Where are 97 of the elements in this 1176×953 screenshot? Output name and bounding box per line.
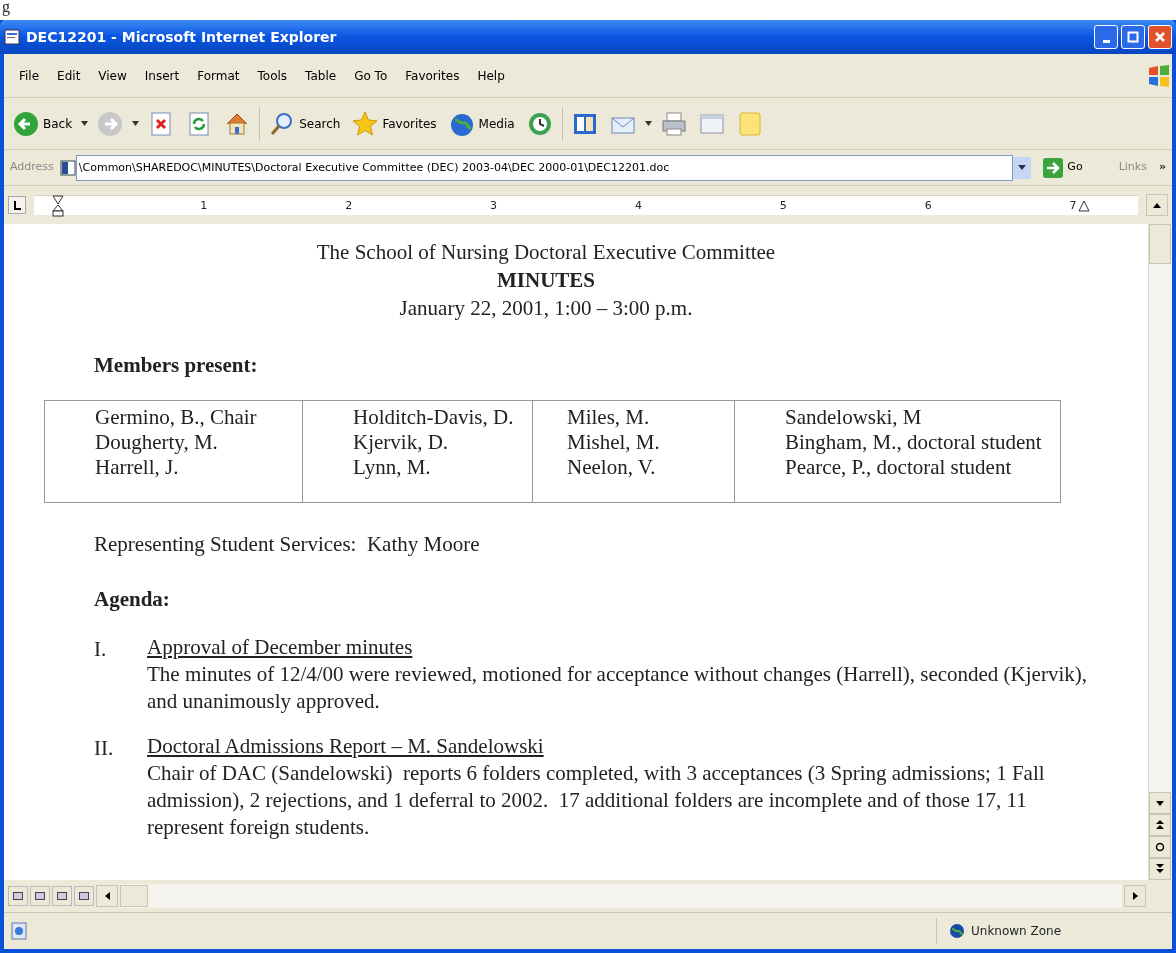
maximize-button[interactable] [1121,25,1145,49]
agenda-item-text: The minutes of 12/4/00 were reviewed, motioned for acceptance without changes (Harrell), seconded (Kjervik), and unanimously approved. [147,660,1088,715]
back-icon [13,110,39,137]
member-name: Miles, M. [567,404,651,430]
menu-item[interactable]: Format [188,66,249,85]
minimize-button[interactable] [1094,25,1118,49]
menu-item[interactable]: Tools [248,66,297,85]
right-arrow-icon [1132,892,1138,900]
member-name: Neelon, V. [567,454,657,480]
agenda-label: Agenda: [94,586,171,613]
ruler-number: 1 [199,200,209,211]
minimize-icon [1102,40,1110,43]
double-up-arrow-icon [1156,820,1164,830]
member-name: Kjervik, D. [353,429,450,455]
members-label: Members present: [94,352,259,379]
scroll-thumb[interactable] [1149,224,1171,264]
close-icon [1154,31,1166,43]
member-name: Mishel, M. [567,429,661,455]
scroll-right-button[interactable] [1124,885,1146,907]
left-arrow-icon [104,892,110,900]
double-down-arrow-icon [1156,864,1164,874]
representation-text: Representing Student Services: Kathy Moore [94,530,481,558]
ruler-number: 7 [1068,200,1078,211]
favorites-button[interactable]: Favorites [349,108,440,139]
star-icon [352,110,379,137]
scroll-left-button[interactable] [96,885,118,907]
right-indent-marker-icon [1078,199,1090,212]
member-name: Lynn, M. [353,454,432,480]
menu-item[interactable]: Edit [48,66,90,85]
media-button[interactable]: Media [445,108,518,139]
address-field[interactable]: \Common\SHAREDOC\MINUTES\Doctoral Executive Committee (DEC) 2003-04\DEC 2000-01\DEC12201.doc [75,154,1014,181]
windows-logo-icon [1146,62,1172,89]
member-name: Harrell, J. [95,454,180,480]
member-name: Bingham, M., doctoral student [785,429,1043,455]
menu-item[interactable]: Go To [345,66,397,85]
agenda-item-text: Chair of DAC (Sandelowski) reports 6 folders completed, with 3 acceptances (3 Spring admissions; 1 Fall admission), 2 rejections, and 1 deferral to 2002. 17 additional folders are incomplete and of those 17, 11 represent foreign students. [147,759,1046,841]
go-button[interactable]: Go [1037,156,1089,179]
agenda-item-title: Doctoral Admissions Report – M. Sandelowski [147,732,545,760]
next-page-button[interactable] [1149,858,1171,880]
outline-view-button[interactable] [74,886,94,906]
page-icon [10,922,28,940]
member-name: Germino, B., Chair [95,404,258,430]
view-icon [13,891,23,900]
scroll-up-button[interactable] [1146,194,1168,216]
printer-icon [660,110,687,137]
ruler-number: 6 [923,200,933,211]
scroll-thumb[interactable] [120,885,148,907]
more-chevron[interactable]: » [1158,159,1166,176]
normal-view-button[interactable] [8,886,28,906]
previous-page-button[interactable] [1149,814,1171,836]
scroll-down-button[interactable] [1149,792,1171,814]
menu-item[interactable]: View [89,66,136,85]
document-icon [4,29,20,45]
forward-icon [97,110,124,137]
back-button[interactable]: Back [10,108,76,139]
globe-icon [949,923,965,939]
document-heading: The School of Nursing Doctoral Executive Committee [315,239,777,266]
view-icon [57,891,67,900]
browse-object-button[interactable] [1149,836,1171,858]
member-name: Holditch-Davis, D. [353,404,515,430]
menu-item[interactable]: Table [296,66,346,85]
print-view-button[interactable] [52,886,72,906]
down-arrow-icon [1156,800,1164,806]
dropdown-arrow-icon [1018,165,1027,170]
zone-label: Unknown Zone [971,923,1062,940]
view-icon [35,891,45,900]
item-numeral: I. [94,635,108,663]
member-name: Sandelowski, M [785,404,923,430]
close-button[interactable] [1148,25,1172,49]
document-heading: January 22, 2001, 1:00 – 3:00 p.m. [398,295,694,322]
agenda-item-title: Approval of December minutes [147,633,414,661]
maximize-icon [1127,31,1139,43]
menu-item[interactable]: File [10,66,49,85]
menu-item[interactable]: Help [468,66,514,85]
caption-text: g [2,0,10,15]
window-title: DEC12201 - Microsoft Internet Explorer [26,27,337,47]
tab-stop-icon [8,196,26,214]
ruler-number: 5 [778,200,788,211]
document-heading: MINUTES [496,267,596,294]
circle-icon [1155,842,1165,852]
address-dropdown-button[interactable] [1013,156,1032,179]
address-label: Address [10,159,54,176]
up-arrow-icon [1153,202,1161,208]
menu-item[interactable]: Insert [135,66,189,85]
clock-icon [526,110,553,137]
search-button[interactable]: Search [266,108,344,139]
member-name: Pearce, P., doctoral student [785,454,1013,480]
web-view-button[interactable] [30,886,50,906]
ruler-number: 3 [489,200,499,211]
menu-item[interactable]: Favorites [396,66,469,85]
ruler-number: 2 [344,200,354,211]
member-name: Dougherty, M. [95,429,219,455]
note-icon [736,110,763,137]
view-icon [79,891,89,900]
ruler-number: 4 [633,200,643,211]
item-numeral: II. [94,734,115,762]
word-document-icon [59,159,76,176]
